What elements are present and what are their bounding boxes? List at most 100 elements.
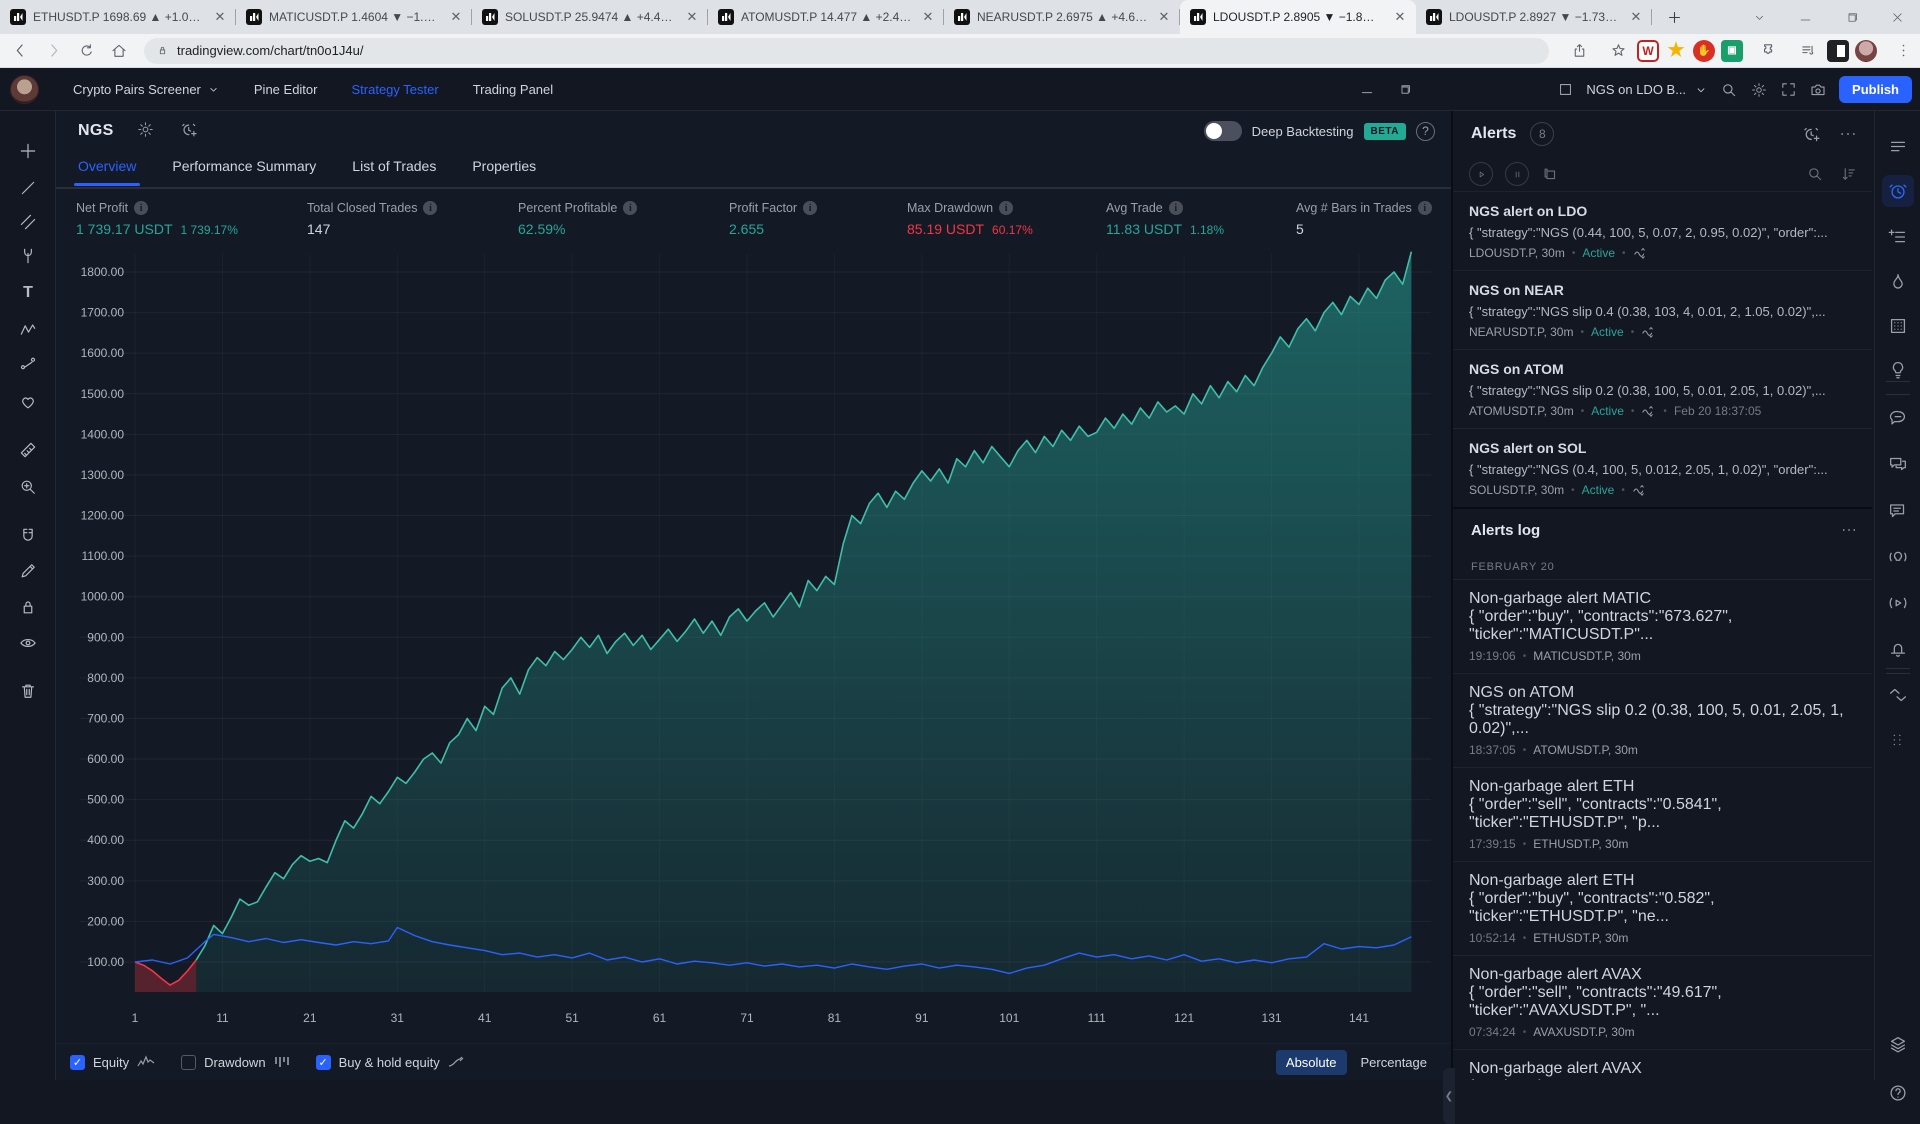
address-bar[interactable]: tradingview.com/chart/tn0o1J4u/ (144, 38, 1549, 64)
hotlist-icon[interactable] (1882, 266, 1914, 298)
alerts-search-icon[interactable] (1806, 165, 1824, 183)
publish-button[interactable]: Publish (1839, 76, 1912, 103)
info-icon[interactable]: i (803, 201, 817, 215)
tester-tab-performance-summary[interactable]: Performance Summary (172, 151, 316, 184)
alert-log-item[interactable]: Non-garbage alert ETH{ "order":"buy", "c… (1453, 861, 1872, 955)
data-window-icon[interactable] (1882, 221, 1914, 253)
alert-log-item[interactable]: Non-garbage alert MATIC{ "order":"buy", … (1453, 579, 1872, 673)
create-alert-clock-icon[interactable] (1802, 124, 1822, 144)
alert-log-item[interactable]: Non-garbage alert AVAX{ "order":"buy", "… (1453, 1049, 1872, 1080)
panel-minimize-icon[interactable] (1359, 82, 1375, 98)
live-stream-icon[interactable] (1882, 587, 1914, 619)
lock-icon[interactable] (14, 593, 42, 621)
browser-menu-icon[interactable] (1890, 38, 1916, 64)
resume-all-icon[interactable] (1469, 162, 1493, 186)
browser-tab[interactable]: NEARUSDT.P 2.6975 ▲ +4.64% ✕ (944, 0, 1180, 34)
xabcd-pattern-icon[interactable] (14, 316, 42, 344)
crosshair-icon[interactable] (14, 137, 42, 165)
ext-blocker-icon[interactable]: ✋ (1693, 40, 1715, 62)
pause-all-icon[interactable] (1505, 162, 1529, 186)
tester-tab-list-of-trades[interactable]: List of Trades (352, 151, 436, 184)
ruler-icon[interactable] (14, 436, 42, 464)
bookmark-star-icon[interactable] (1605, 38, 1631, 64)
object-tree-icon[interactable] (1882, 1029, 1914, 1061)
browser-tab[interactable]: SOLUSDT.P 25.9474 ▲ +4.44% N ✕ (472, 0, 708, 34)
strategy-settings-gear-icon[interactable] (136, 120, 158, 142)
bell-icon[interactable] (1882, 633, 1914, 665)
pencil-icon[interactable] (14, 557, 42, 585)
layout-name[interactable]: NGS on LDO B... (1586, 82, 1708, 97)
tab-close-icon[interactable]: ✕ (448, 9, 464, 25)
tester-tab-overview[interactable]: Overview (78, 151, 136, 184)
panel-restore-icon[interactable] (1397, 82, 1412, 97)
menu-crypto-pairs-screener[interactable]: Crypto Pairs Screener (73, 82, 220, 97)
search-icon[interactable] (1720, 81, 1738, 99)
eye-icon[interactable] (14, 629, 42, 657)
browser-tab-active[interactable]: LDOUSDT.P 2.8905 ▼ −1.8% NG ✕ (1180, 0, 1416, 34)
notify-bulb-icon[interactable] (1882, 541, 1914, 573)
ext-reader-icon[interactable] (1827, 40, 1849, 62)
help-icon[interactable] (1882, 1077, 1914, 1109)
trend-line-icon[interactable] (14, 174, 42, 202)
zoom-in-icon[interactable] (14, 473, 42, 501)
ext-videospeed-icon[interactable]: W (1637, 40, 1659, 62)
info-icon[interactable]: i (423, 201, 437, 215)
drawdown-checkbox[interactable]: Drawdown (181, 1055, 289, 1070)
alert-item[interactable]: NGS alert on LDO { "strategy":"NGS (0.44… (1453, 191, 1872, 270)
forward-icon[interactable] (40, 38, 66, 64)
tester-tab-properties[interactable]: Properties (472, 151, 536, 184)
tab-close-icon[interactable]: ✕ (1628, 9, 1644, 25)
equity-chart[interactable]: 100.00200.00300.00400.00500.00600.00700.… (56, 240, 1451, 1043)
alert-item[interactable]: NGS on NEAR { "strategy":"NGS slip 0.4 (… (1453, 270, 1872, 349)
alert-log-item[interactable]: Non-garbage alert ETH{ "order":"sell", "… (1453, 767, 1872, 861)
fullscreen-icon[interactable] (1780, 81, 1797, 98)
alert-item[interactable]: NGS on ATOM { "strategy":"NGS slip 0.2 (… (1453, 349, 1872, 428)
browser-profile-avatar[interactable] (1855, 40, 1877, 62)
watchlist-icon[interactable] (1882, 131, 1914, 163)
alert-item[interactable]: NGS alert on SOL { "strategy":"NGS (0.4,… (1453, 428, 1872, 507)
add-alert-clock-icon[interactable] (180, 120, 202, 142)
new-tab-button[interactable] (1660, 3, 1688, 31)
home-icon[interactable] (106, 38, 132, 64)
menu-trading-panel[interactable]: Trading Panel (473, 82, 553, 97)
snapshot-camera-icon[interactable] (1809, 81, 1827, 99)
tab-close-icon[interactable]: ✕ (920, 9, 936, 25)
trash-icon[interactable] (14, 677, 42, 705)
percentage-button[interactable]: Percentage (1351, 1050, 1438, 1075)
alarm-clock-icon[interactable] (1882, 175, 1914, 207)
panel-collapse-handle[interactable]: ❮ (1443, 1068, 1455, 1124)
settings-gear-icon[interactable] (1750, 81, 1768, 99)
alert-log-item[interactable]: NGS on ATOM{ "strategy":"NGS slip 0.2 (0… (1453, 673, 1872, 767)
window-minimize-icon[interactable] (1782, 0, 1828, 34)
buyhold-checkbox[interactable]: ✓ Buy & hold equity (316, 1055, 466, 1070)
ideas-stream-icon[interactable] (1882, 495, 1914, 527)
info-icon[interactable]: i (623, 201, 637, 215)
info-icon[interactable]: i (1169, 201, 1183, 215)
alerts-sort-icon[interactable] (1840, 165, 1858, 183)
tab-close-icon[interactable]: ✕ (684, 9, 700, 25)
info-icon[interactable]: i (1418, 201, 1432, 215)
info-icon[interactable]: i (999, 201, 1013, 215)
emoji-heart-icon[interactable] (14, 388, 42, 416)
text-icon[interactable]: T (14, 279, 42, 307)
tab-close-icon[interactable]: ✕ (1392, 9, 1408, 25)
absolute-button[interactable]: Absolute (1276, 1050, 1347, 1075)
ext-puzzle-icon[interactable] (1756, 38, 1782, 64)
menu-pine-editor[interactable]: Pine Editor (254, 82, 318, 97)
ext-green-icon[interactable]: ▣ (1721, 40, 1743, 62)
parallel-channel-icon[interactable] (14, 208, 42, 236)
chat-cloud-icon[interactable] (1882, 402, 1914, 434)
alert-log-item[interactable]: Non-garbage alert AVAX{ "order":"sell", … (1453, 955, 1872, 1049)
window-restore-icon[interactable] (1828, 0, 1874, 34)
user-avatar[interactable] (10, 75, 39, 104)
info-icon[interactable]: i (134, 201, 148, 215)
layout-select-icon[interactable] (1557, 81, 1574, 98)
clone-alert-icon[interactable] (1541, 165, 1559, 183)
log-more-icon[interactable] (1840, 521, 1858, 539)
pitchfork-icon[interactable] (14, 242, 42, 270)
tab-search-chevron-icon[interactable] (1736, 0, 1782, 34)
prediction-icon[interactable] (14, 351, 42, 379)
alerts-more-icon[interactable] (1838, 124, 1858, 144)
dots-grid-icon[interactable] (1882, 723, 1914, 755)
deep-backtesting-toggle[interactable] (1204, 121, 1242, 141)
